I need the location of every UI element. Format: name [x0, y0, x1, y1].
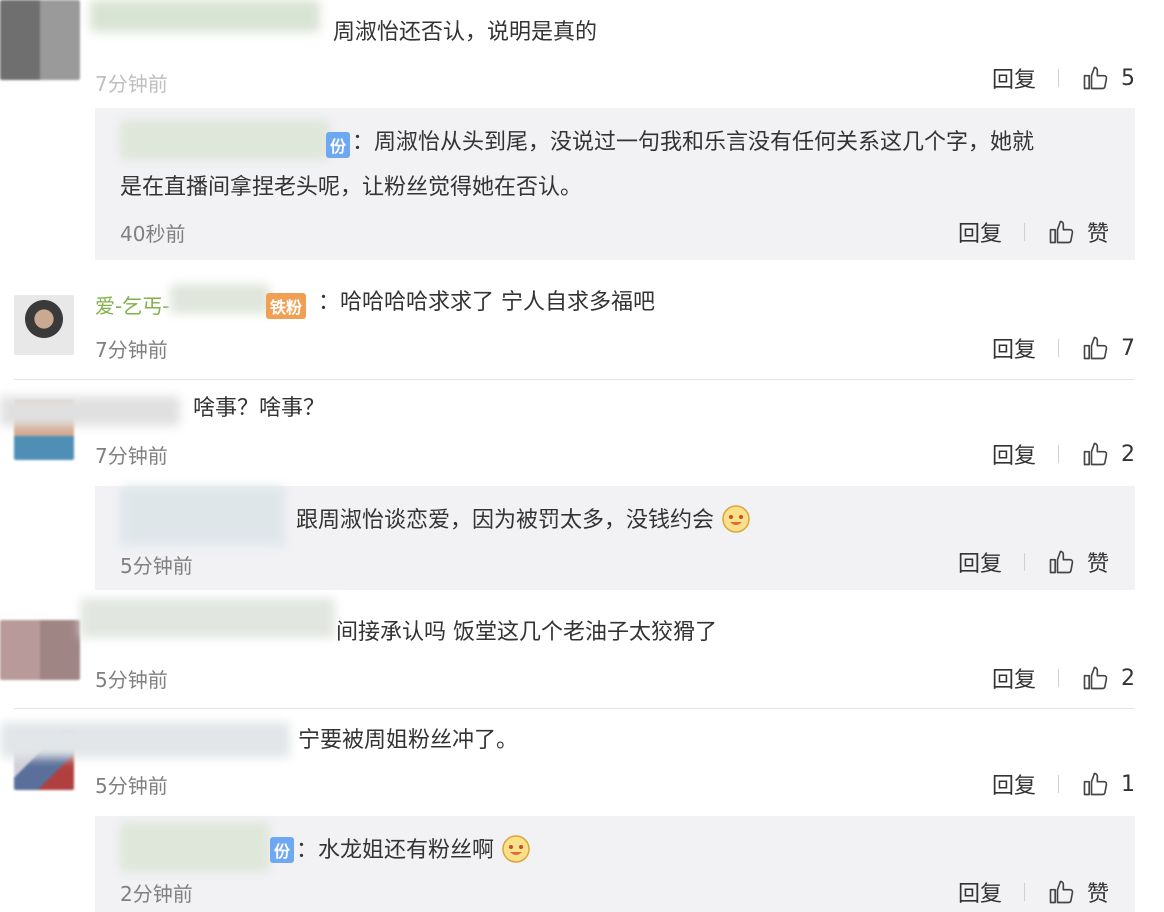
- reply-text: 跟周淑怡谈恋爱，因为被罚太多，没钱约会: [296, 508, 715, 533]
- thumbs-up-icon: [1083, 772, 1108, 796]
- timestamp: 40秒前: [120, 222, 186, 246]
- username-blurred: [80, 598, 335, 638]
- like-button[interactable]: 2: [1081, 440, 1135, 468]
- reply-actions: 回复 赞: [958, 876, 1109, 908]
- reply-button[interactable]: 回复: [958, 216, 1002, 248]
- thumbs-up-icon: [1083, 336, 1108, 360]
- reply-button[interactable]: 回复: [992, 768, 1036, 800]
- like-count: 2: [1121, 441, 1136, 467]
- thumbs-up-icon: [1049, 550, 1074, 574]
- reply-actions: 回复 赞: [958, 216, 1109, 248]
- username-blurred[interactable]: [90, 0, 320, 32]
- thumbs-up-icon: [1083, 666, 1108, 690]
- like-count: 2: [1121, 665, 1136, 691]
- timestamp: 5分钟前: [120, 554, 193, 578]
- username-blurred[interactable]: [0, 396, 180, 426]
- like-count: 7: [1121, 335, 1136, 361]
- comment-text: 宁要被周姐粉丝冲了。: [298, 728, 519, 753]
- reply-actions: 回复 赞: [958, 546, 1109, 578]
- grinning-face-emoji: [722, 505, 750, 533]
- comment-text: 间接承认吗 饭堂这几个老油子太狡猾了: [336, 620, 717, 645]
- divider: [14, 708, 1134, 709]
- reply-text-line2: 是在直播间拿捏老头呢，让粉丝觉得她在否认。: [120, 175, 583, 200]
- fan-badge: 铁粉: [266, 293, 307, 319]
- reply-button[interactable]: 回复: [958, 546, 1002, 578]
- colon: ：: [318, 290, 341, 315]
- like-label: 赞: [1087, 222, 1110, 247]
- divider: [1058, 339, 1060, 357]
- comment-actions: 回复 1: [992, 768, 1135, 800]
- reply-button[interactable]: 回复: [992, 62, 1036, 94]
- reply-button[interactable]: 回复: [992, 332, 1036, 364]
- thumbs-up-icon: [1049, 880, 1074, 904]
- comment-actions: 回复 2: [992, 662, 1135, 694]
- comment-actions: 回复 2: [992, 438, 1135, 470]
- timestamp: 7分钟前: [95, 338, 168, 362]
- username[interactable]: 爱-乞丐-: [95, 290, 169, 319]
- divider: [1024, 883, 1026, 901]
- timestamp: 5分钟前: [95, 774, 168, 798]
- reply-button[interactable]: 回复: [992, 662, 1036, 694]
- reply-button[interactable]: 回复: [958, 876, 1002, 908]
- avatar[interactable]: [0, 620, 80, 680]
- timestamp: 5分钟前: [95, 668, 168, 692]
- like-button[interactable]: 1: [1081, 770, 1135, 798]
- divider: [1058, 69, 1060, 87]
- like-label: 赞: [1087, 552, 1110, 577]
- avatar[interactable]: [0, 0, 80, 80]
- reply-text-line: 跟周淑怡谈恋爱，因为被罚太多，没钱约会: [296, 503, 751, 536]
- comment-text: 哈哈哈哈求求了 宁人自求多福吧: [340, 290, 656, 315]
- divider: [1024, 223, 1026, 241]
- timestamp: 2分钟前: [120, 882, 193, 906]
- divider: [1058, 445, 1060, 463]
- like-button[interactable]: 赞: [1047, 216, 1109, 248]
- avatar[interactable]: [14, 295, 74, 355]
- timestamp: 7分钟前: [95, 72, 168, 96]
- divider: [1058, 775, 1060, 793]
- like-count: 1: [1121, 771, 1136, 797]
- username-blurred[interactable]: [120, 822, 270, 872]
- comment-text-line: ：哈哈哈哈求求了 宁人自求多福吧: [318, 288, 655, 318]
- comment-text: 啥事？啥事？: [193, 396, 326, 421]
- divider: [1024, 553, 1026, 571]
- thumbs-up-icon: [1049, 220, 1074, 244]
- username-blurred[interactable]: [120, 120, 330, 160]
- username-blurred[interactable]: [120, 486, 285, 546]
- like-label: 赞: [1087, 882, 1110, 907]
- thumbs-up-icon: [1083, 442, 1108, 466]
- reply-text-line: ：水龙姐还有粉丝啊: [296, 833, 531, 866]
- reply-text: 周淑怡从头到尾，没说过一句我和乐言没有任何关系这几个字，她就: [374, 130, 1035, 155]
- comment-text: 周淑怡还否认，说明是真的: [333, 20, 598, 45]
- comment-actions: 回复 5: [992, 62, 1135, 94]
- like-button[interactable]: 赞: [1047, 876, 1109, 908]
- like-count: 5: [1121, 65, 1136, 91]
- comment-actions: 回复 7: [992, 332, 1135, 364]
- fan-badge: 份: [326, 132, 351, 158]
- grinning-face-emoji: [502, 835, 530, 863]
- username-blurred: [0, 722, 290, 758]
- divider: [14, 379, 1134, 380]
- timestamp: 7分钟前: [95, 444, 168, 468]
- reply-text-line1: ：周淑怡从头到尾，没说过一句我和乐言没有任何关系这几个字，她就: [352, 128, 1034, 158]
- colon: ：: [352, 130, 375, 155]
- like-button[interactable]: 赞: [1047, 546, 1109, 578]
- like-button[interactable]: 7: [1081, 334, 1135, 362]
- divider: [1058, 669, 1060, 687]
- like-button[interactable]: 2: [1081, 664, 1135, 692]
- thumbs-up-icon: [1083, 66, 1108, 90]
- username-blurred: [170, 284, 270, 314]
- like-button[interactable]: 5: [1081, 64, 1135, 92]
- reply-button[interactable]: 回复: [992, 438, 1036, 470]
- fan-badge: 份: [270, 837, 295, 863]
- colon: ：: [296, 838, 319, 863]
- reply-text: 水龙姐还有粉丝啊: [318, 838, 495, 863]
